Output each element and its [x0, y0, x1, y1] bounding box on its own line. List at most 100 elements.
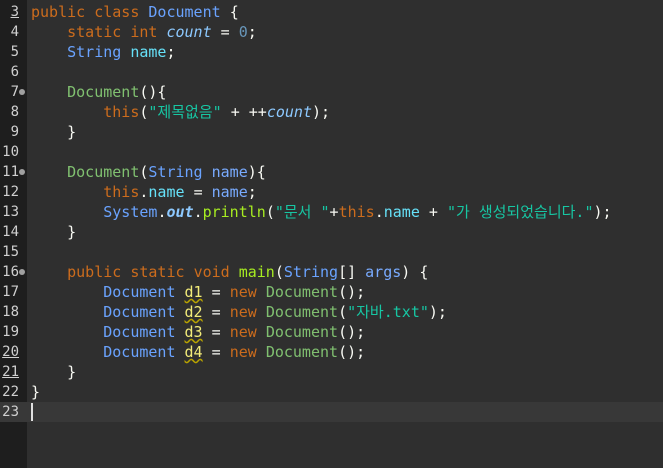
code-token: } [67, 123, 77, 141]
line-text[interactable] [31, 402, 33, 422]
line-number: 3 [10, 4, 19, 20]
code-token: . [193, 203, 203, 221]
code-line[interactable]: 5 String name; [0, 42, 663, 62]
code-token: void [193, 263, 230, 281]
code-token: Document [148, 3, 221, 21]
code-token: d2 [184, 303, 203, 321]
code-line[interactable]: 12 this.name = name; [0, 182, 663, 202]
line-text[interactable]: } [31, 222, 76, 242]
code-token: = [211, 303, 221, 321]
code-token: . [374, 203, 384, 221]
line-number: 20 [2, 344, 19, 360]
line-text[interactable]: Document d2 = new Document("자바.txt"); [31, 302, 447, 322]
code-line[interactable]: 6 [0, 62, 663, 82]
line-text[interactable]: this.name = name; [31, 182, 257, 202]
code-token: ; [166, 43, 176, 61]
line-text[interactable]: this("제목없음" + ++count); [31, 102, 330, 122]
code-token: ); [593, 203, 612, 221]
code-token: println [202, 203, 266, 221]
code-line[interactable]: 22} [0, 382, 663, 402]
code-line[interactable]: 20 Document d4 = new Document(); [0, 342, 663, 362]
fold-marker-icon[interactable] [19, 269, 25, 275]
code-line[interactable]: 15 [0, 242, 663, 262]
line-text[interactable]: Document d4 = new Document(); [31, 342, 365, 362]
line-text[interactable]: Document d1 = new Document(); [31, 282, 365, 302]
code-token: ; [247, 183, 257, 201]
code-editor[interactable]: 3 public class Document { 4 static int co… [0, 0, 663, 468]
code-line[interactable]: 7 Document(){ [0, 82, 663, 102]
code-token: "가 생성되었습니다." [446, 203, 594, 221]
code-token: } [67, 363, 77, 381]
fold-marker-icon[interactable] [19, 169, 25, 175]
code-token: int [130, 23, 158, 41]
code-line[interactable]: 19 Document d3 = new Document(); [0, 322, 663, 342]
fold-marker-icon[interactable] [19, 89, 25, 95]
current-line[interactable]: 23 [0, 402, 663, 422]
line-text[interactable]: } [31, 122, 76, 142]
code-token: Document [103, 343, 176, 361]
code-token: this [103, 103, 140, 121]
code-token: Document [265, 343, 339, 361]
line-text[interactable]: Document(){ [31, 82, 166, 102]
code-line[interactable]: 21 } [0, 362, 663, 382]
line-text[interactable]: System.out.println("문서 "+this.name + "가 … [31, 202, 612, 222]
code-token: ){ [247, 163, 266, 181]
line-text[interactable]: } [31, 382, 40, 402]
code-line[interactable]: 3 public class Document { [0, 2, 663, 22]
code-line[interactable]: 18 Document d2 = new Document("자바.txt"); [0, 302, 663, 322]
code-token: (){ [139, 83, 167, 101]
code-line[interactable]: 4 static int count = 0; [0, 22, 663, 42]
code-line[interactable]: 10 [0, 142, 663, 162]
code-token: this [103, 183, 140, 201]
code-token: "문서 " [274, 203, 330, 221]
code-token: static [130, 263, 185, 281]
code-token: class [94, 3, 140, 21]
line-text[interactable]: String name; [31, 42, 176, 62]
code-token: Document [265, 303, 339, 321]
code-token: d3 [184, 323, 203, 341]
line-text[interactable]: public class Document { [31, 2, 239, 22]
code-line[interactable]: 14 } [0, 222, 663, 242]
code-line[interactable]: 17 Document d1 = new Document(); [0, 282, 663, 302]
code-line[interactable]: 13 System.out.println("문서 "+this.name + … [0, 202, 663, 222]
line-number: 14 [2, 224, 19, 240]
code-token: Document [265, 283, 339, 301]
line-text[interactable]: static int count = 0; [31, 22, 257, 42]
code-line[interactable]: 8 this("제목없음" + ++count); [0, 102, 663, 122]
line-text[interactable]: public static void main(String[] args) { [31, 262, 428, 282]
code-line[interactable]: 16 public static void main(String[] args… [0, 262, 663, 282]
code-line[interactable]: 9 } [0, 122, 663, 142]
line-number: 17 [2, 284, 19, 300]
code-token: ); [311, 103, 331, 121]
code-token: new [229, 303, 257, 321]
line-text[interactable]: } [31, 362, 76, 382]
line-text[interactable]: Document d3 = new Document(); [31, 322, 365, 342]
code-token: count [266, 103, 312, 121]
code-token: out [166, 203, 194, 221]
code-token: static [67, 23, 122, 41]
line-number: 7 [10, 84, 19, 100]
code-line[interactable]: 11 Document(String name){ [0, 162, 663, 182]
line-number: 11 [2, 164, 19, 180]
line-text[interactable]: Document(String name){ [31, 162, 266, 182]
code-token: = [211, 283, 221, 301]
code-token: + [230, 103, 240, 121]
